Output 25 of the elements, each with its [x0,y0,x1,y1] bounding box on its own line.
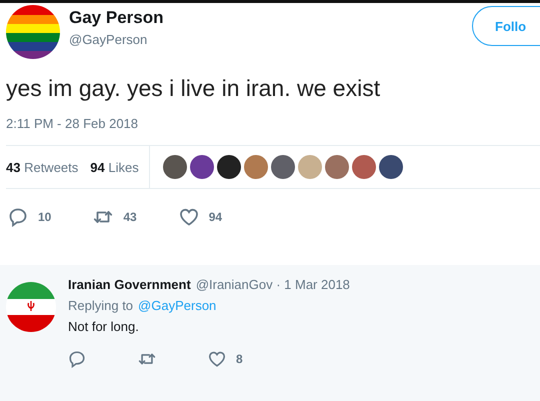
rainbow-avatar [6,5,60,59]
author-handle[interactable]: @GayPerson [69,32,164,47]
reply-text: Not for long. [68,319,140,334]
author-name[interactable]: Gay Person [69,8,164,28]
action-count: 94 [208,210,222,224]
action-count: 10 [38,210,52,224]
action-count: 8 [236,352,243,366]
liker-avatar[interactable] [270,155,295,179]
liker-avatar[interactable] [378,155,403,179]
reply-meta: @IranianGov · 1 Mar 2018 [196,277,350,292]
action-count: 43 [123,210,137,224]
stat-count[interactable]: 94 Likes [90,160,139,174]
heart-icon[interactable] [178,207,199,227]
liker-avatar[interactable] [190,155,214,179]
stat-count[interactable]: 43 Retweets [6,160,78,174]
heart-icon[interactable] [208,350,226,368]
liker-avatar[interactable] [216,155,241,179]
reply-icon[interactable] [68,350,86,368]
tweet-text: yes im gay. yes i live in iran. we exist [6,75,382,102]
replying-label: Replying to [68,298,134,313]
tweet-timestamp[interactable]: 2:11 PM - 28 Feb 2018 [6,116,138,131]
reply-icon[interactable] [8,207,28,227]
flag-avatar [6,282,56,332]
reply-author-name[interactable]: Iranian Government [68,277,191,292]
liker-avatar[interactable] [162,155,187,179]
